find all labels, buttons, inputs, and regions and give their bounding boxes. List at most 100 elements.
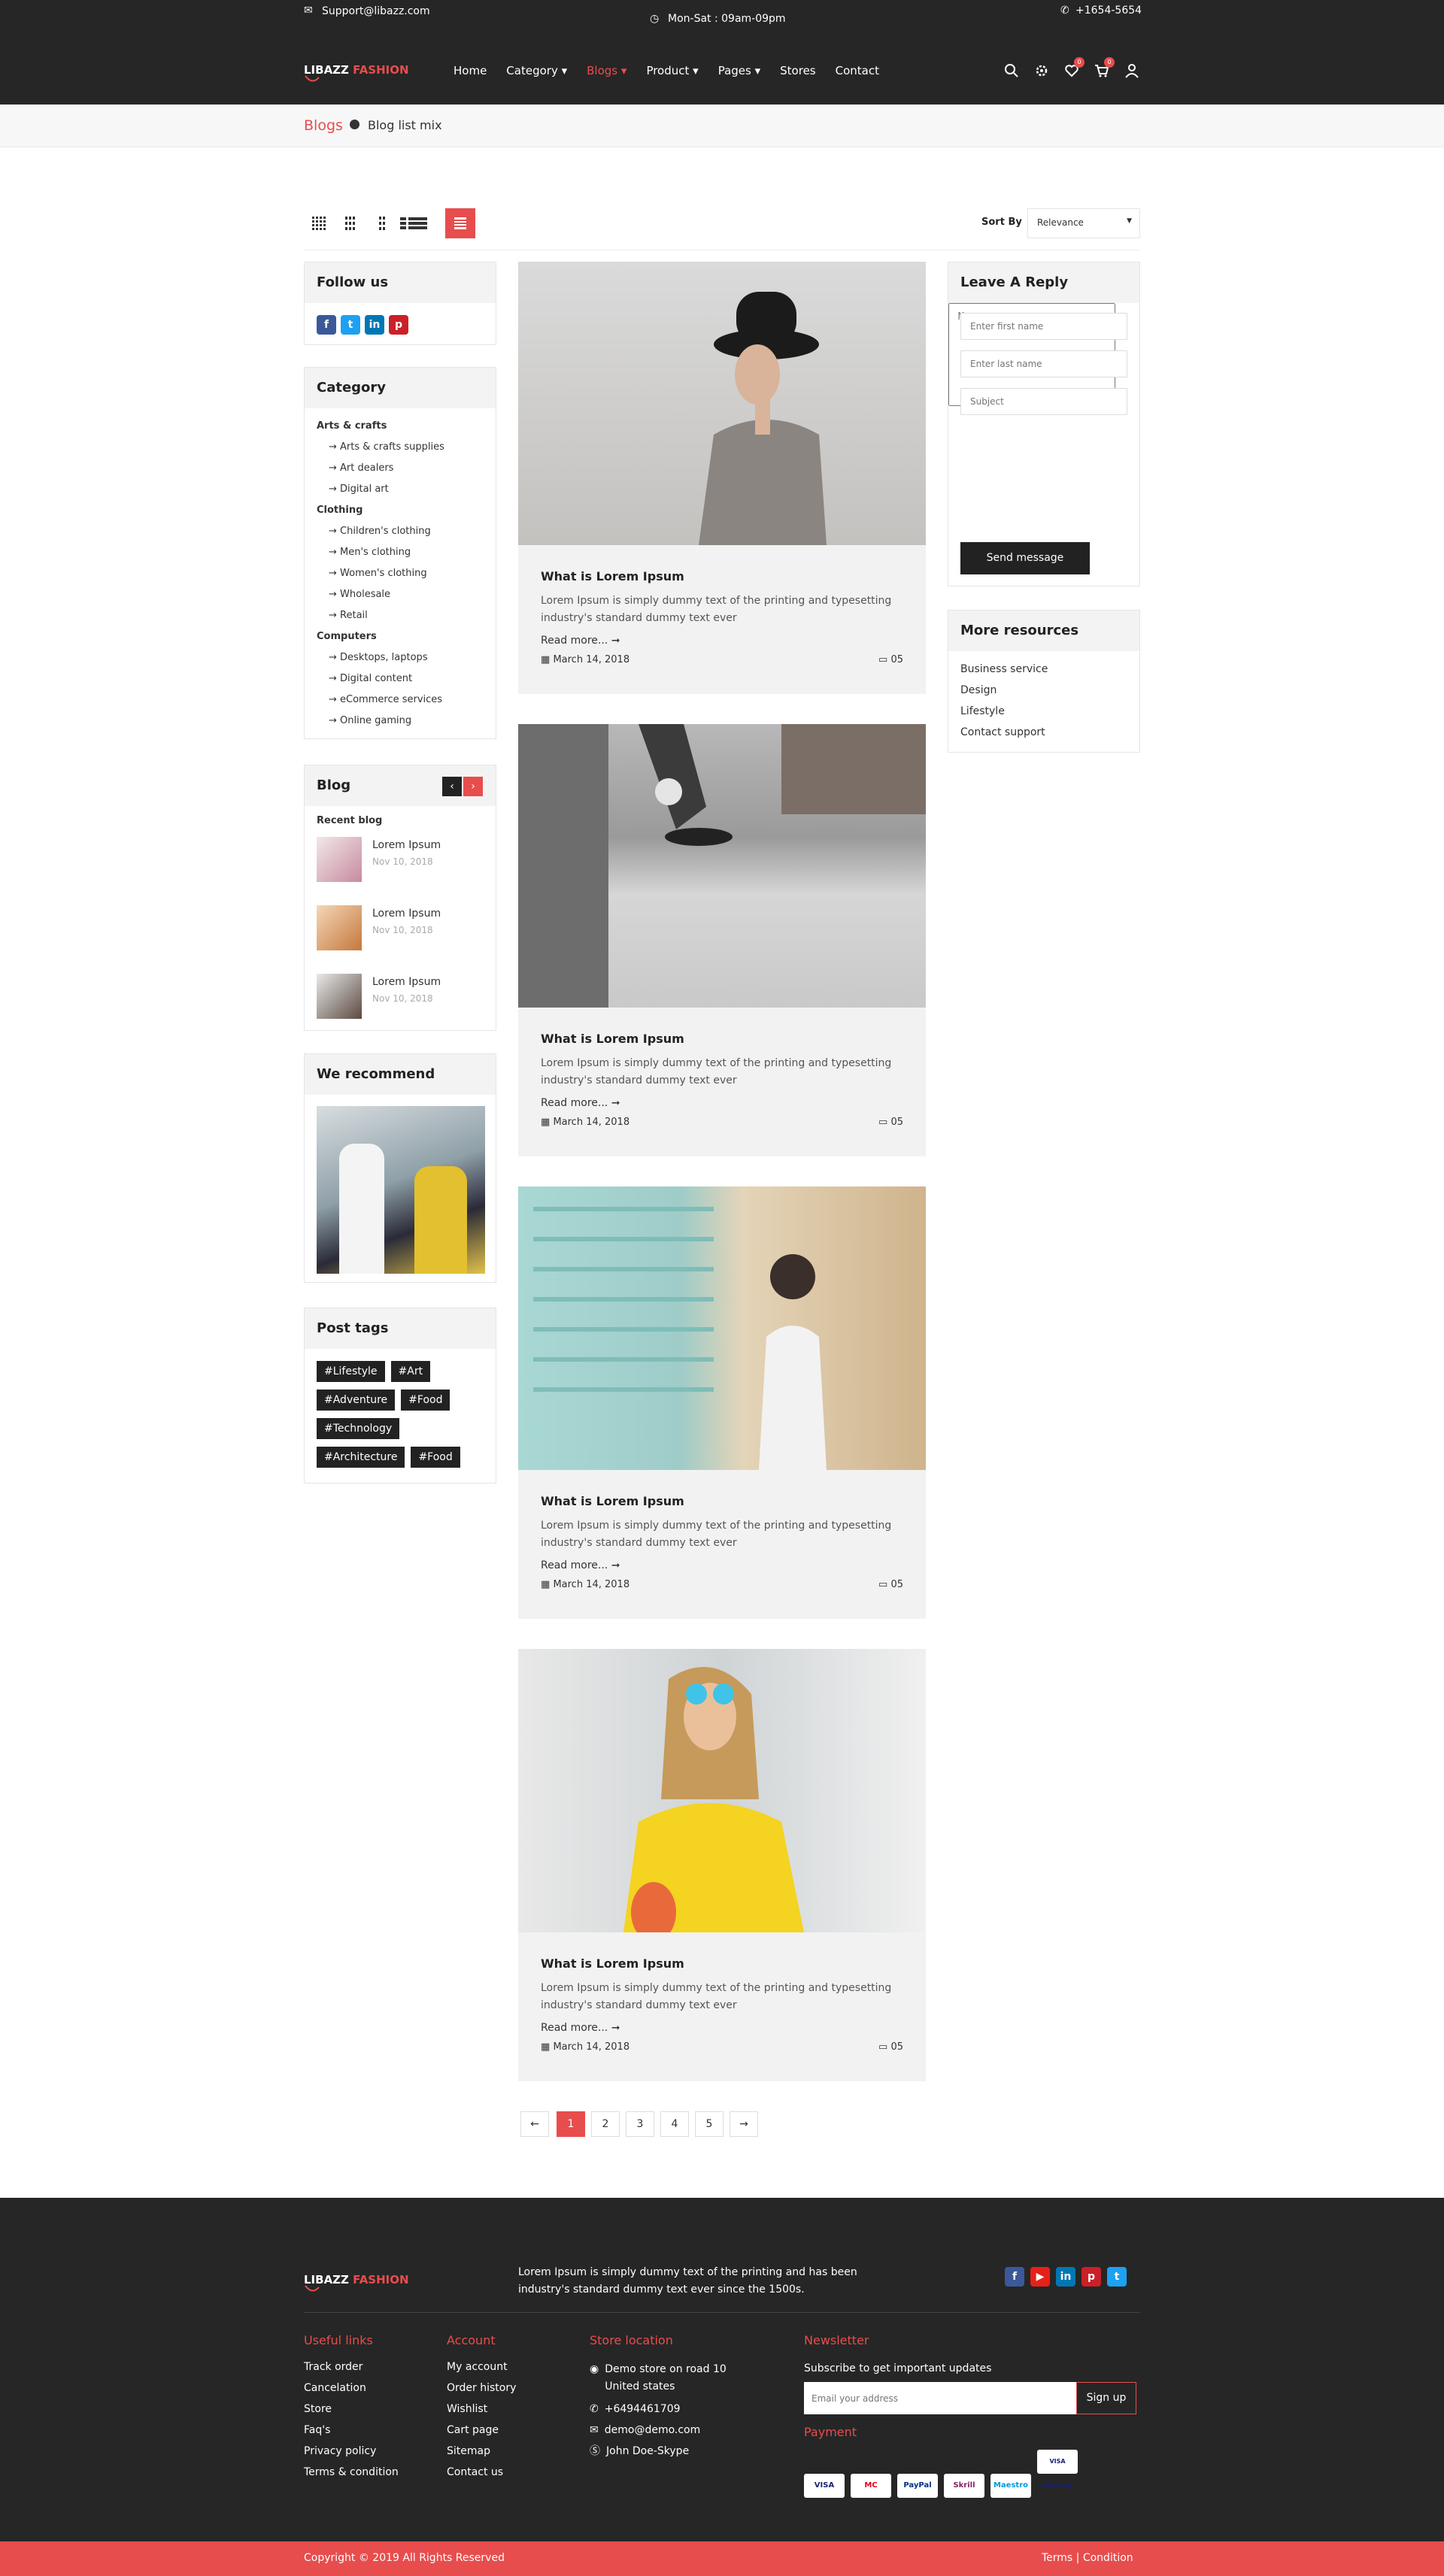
category-item[interactable]: → Women's clothing [317,563,484,584]
post-comments[interactable]: ▭ 05 [878,1117,903,1128]
pinterest-icon[interactable]: p [1081,2267,1101,2287]
nav-product[interactable]: Product ▾ [646,64,698,77]
category-item[interactable]: → Wholesale [317,584,484,605]
blog-next-button[interactable]: › [463,777,483,796]
pinterest-icon[interactable]: p [389,315,408,335]
grid-2-view-button[interactable] [367,208,397,238]
support-email[interactable]: Support@libazz.com [322,5,430,17]
nav-home[interactable]: Home [454,64,487,77]
post-image[interactable] [518,1186,926,1470]
post-image[interactable] [518,724,926,1008]
resource-link[interactable]: Lifestyle [960,701,1127,722]
footer-link[interactable]: Sitemap [447,2441,516,2462]
youtube-icon[interactable]: ▶ [1030,2267,1050,2287]
read-more-link[interactable]: Read more... ➞ [541,635,903,647]
linkedin-icon[interactable]: in [365,315,384,335]
post-title[interactable]: What is Lorem Ipsum [541,1032,903,1046]
resource-link[interactable]: Contact support [960,722,1127,743]
last-name-input[interactable] [960,350,1127,377]
tag-art[interactable]: #Art [390,1361,431,1382]
post-comments[interactable]: ▭ 05 [878,1579,903,1590]
category-item[interactable]: → Children's clothing [317,521,484,542]
nav-contact[interactable]: Contact [836,64,879,77]
post-comments[interactable]: ▭ 05 [878,654,903,665]
footer-link[interactable]: Terms & condition [304,2462,399,2483]
footer-link[interactable]: Privacy policy [304,2441,399,2462]
twitter-icon[interactable]: t [1107,2267,1127,2287]
nav-blogs[interactable]: Blogs ▾ [587,64,626,77]
breadcrumb-parent[interactable]: Blogs [304,117,343,134]
facebook-icon[interactable]: f [317,315,336,335]
tag-architecture[interactable]: #Architecture [317,1447,405,1468]
category-item[interactable]: → Men's clothing [317,542,484,563]
tag-adventure[interactable]: #Adventure [317,1390,396,1411]
pagination-next[interactable]: → [730,2111,758,2137]
tag-food[interactable]: #Food [401,1390,450,1411]
recent-title[interactable]: Lorem Ipsum [372,839,441,851]
resource-link[interactable]: Design [960,680,1127,701]
pagination-prev[interactable]: ← [520,2111,549,2137]
gear-icon[interactable] [1033,62,1050,79]
pagination-page[interactable]: 5 [695,2111,724,2137]
recommend-image[interactable] [317,1106,485,1274]
pagination-page[interactable]: 2 [591,2111,620,2137]
grid-4-view-button[interactable] [304,208,334,238]
nav-category[interactable]: Category ▾ [506,64,567,77]
store-email[interactable]: demo@demo.com [605,2420,701,2441]
category-group-computers[interactable]: Computers [317,626,484,647]
blog-prev-button[interactable]: ‹ [442,777,462,796]
category-item[interactable]: → Online gaming [317,711,484,732]
recent-thumbnail[interactable] [317,837,362,882]
footer-link[interactable]: Faq's [304,2420,399,2441]
post-title[interactable]: What is Lorem Ipsum [541,1956,903,1971]
store-skype[interactable]: John Doe-Skype [606,2441,689,2462]
resource-link[interactable]: Business service [960,659,1127,680]
post-image[interactable] [518,1649,926,1932]
tag-food[interactable]: #Food [411,1447,460,1468]
category-group-arts[interactable]: Arts & crafts [317,416,484,437]
pagination-page[interactable]: 3 [626,2111,654,2137]
linkedin-icon[interactable]: in [1056,2267,1075,2287]
post-image[interactable] [518,262,926,545]
terms-link[interactable]: Terms | Condition [1042,2552,1133,2564]
newsletter-email-input[interactable] [804,2382,1076,2414]
category-item[interactable]: → Art dealers [317,458,484,479]
footer-link[interactable]: Store [304,2399,399,2420]
recent-title[interactable]: Lorem Ipsum [372,976,441,988]
user-icon[interactable] [1124,62,1140,79]
category-item[interactable]: → Digital art [317,479,484,500]
wishlist-button[interactable]: 0 [1063,57,1085,79]
top-phone[interactable]: +1654-5654 [1075,5,1142,17]
signup-button[interactable]: Sign up [1076,2382,1136,2414]
subject-input[interactable] [960,388,1127,415]
footer-link[interactable]: Cart page [447,2420,516,2441]
nav-stores[interactable]: Stores [780,64,815,77]
list-view-button[interactable] [399,208,429,238]
read-more-link[interactable]: Read more... ➞ [541,1559,903,1571]
list-mix-view-button[interactable] [445,208,475,238]
category-item[interactable]: → Retail [317,605,484,626]
footer-link[interactable]: Track order [304,2356,399,2377]
tag-technology[interactable]: #Technology [317,1418,400,1439]
read-more-link[interactable]: Read more... ➞ [541,2022,903,2034]
store-phone[interactable]: +6494461709 [605,2399,681,2420]
facebook-icon[interactable]: f [1005,2267,1024,2287]
category-item[interactable]: → Digital content [317,668,484,689]
post-title[interactable]: What is Lorem Ipsum [541,1494,903,1508]
send-message-button[interactable]: Send message [960,542,1090,574]
post-title[interactable]: What is Lorem Ipsum [541,569,903,583]
footer-link[interactable]: Order history [447,2377,516,2399]
category-item[interactable]: → Desktops, laptops [317,647,484,668]
recent-title[interactable]: Lorem Ipsum [372,908,441,920]
grid-3-view-button[interactable] [335,208,366,238]
footer-link[interactable]: Wishlist [447,2399,516,2420]
sort-select[interactable]: Relevance ▼ [1027,208,1140,238]
read-more-link[interactable]: Read more... ➞ [541,1097,903,1109]
footer-link[interactable]: My account [447,2356,516,2377]
footer-link[interactable]: Contact us [447,2462,516,2483]
pagination-page[interactable]: 4 [660,2111,689,2137]
category-group-clothing[interactable]: Clothing [317,500,484,521]
footer-link[interactable]: Cancelation [304,2377,399,2399]
nav-pages[interactable]: Pages ▾ [718,64,760,77]
first-name-input[interactable] [960,313,1127,340]
